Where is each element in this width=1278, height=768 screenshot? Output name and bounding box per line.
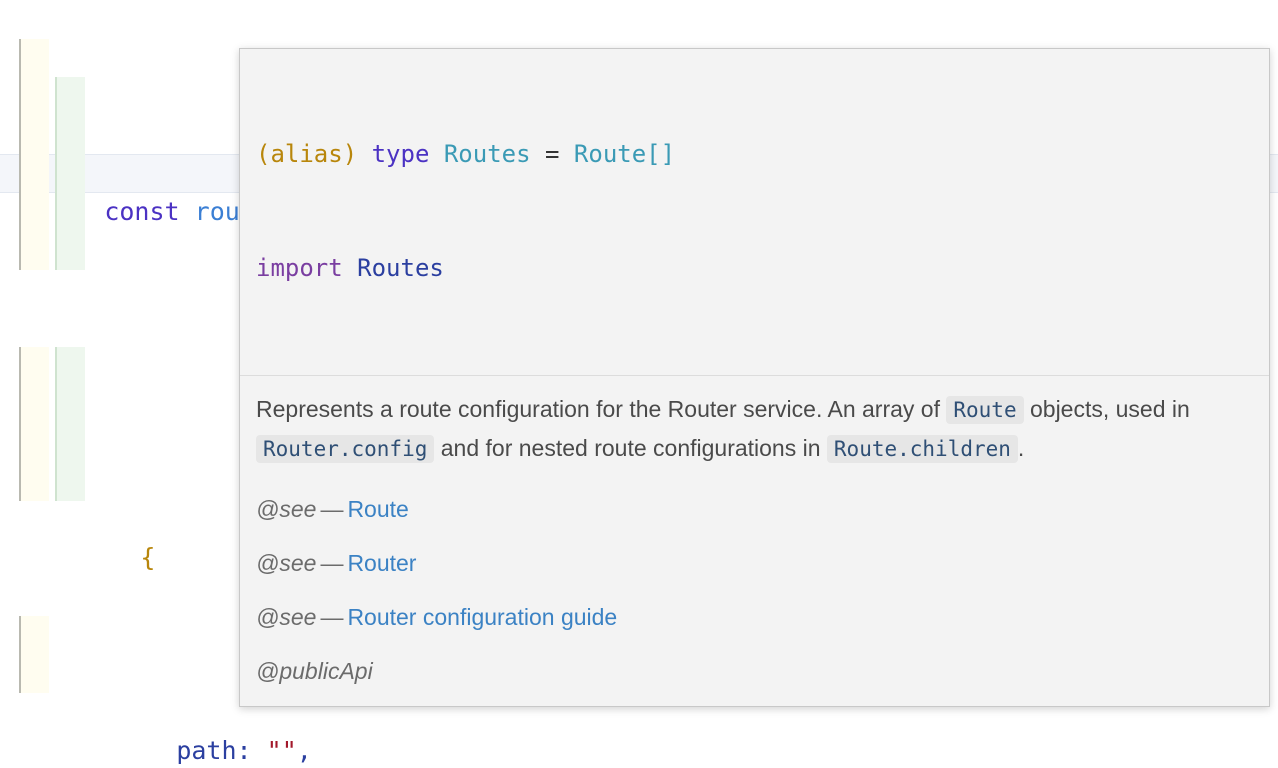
tooltip-see-link-router-config-guide[interactable]: Router configuration guide: [347, 604, 617, 630]
tooltip-code-route-children: Route.children: [826, 435, 1018, 463]
tooltip-import-keyword: import: [256, 254, 343, 282]
tooltip-publicapi-tag: @publicApi: [256, 658, 373, 684]
token-colon-3: :: [236, 735, 267, 765]
tooltip-see-dash-1: —: [320, 496, 344, 522]
token-string-empty: "": [266, 735, 297, 765]
tooltip-see-tag-2: @see — Router: [256, 528, 1253, 582]
tooltip-see-label-2: @see: [256, 550, 317, 576]
indent-guide-level-1-c: [19, 616, 21, 693]
indent-guides-block-3: [19, 616, 109, 693]
tooltip-equals: =: [545, 140, 560, 168]
tooltip-see-dash-2: —: [320, 550, 344, 576]
indent-guides-block-1b: [55, 77, 145, 270]
tooltip-see-link-router[interactable]: Router: [347, 550, 416, 576]
tooltip-desc-part-2: objects, used in: [1029, 396, 1190, 422]
tooltip-see-label-3: @see: [256, 604, 317, 630]
tooltip-see-label-1: @see: [256, 496, 317, 522]
tooltip-see-tag-3: @see — Router configuration guide: [256, 582, 1253, 636]
tooltip-import-name: Routes: [357, 254, 444, 282]
code-editor[interactable]: const routes: Routes = [ { path: "", dat…: [0, 0, 1278, 768]
tooltip-desc-part-4: .: [1017, 435, 1025, 461]
tooltip-signature-line-1: (alias) type Routes = Route[]: [256, 135, 1253, 173]
indent-guide-level-1: [19, 38, 21, 270]
tooltip-desc-part-1: Represents a route configuration for the…: [256, 396, 940, 422]
tooltip-type-name: Routes: [443, 140, 531, 168]
token-comma-3: ,: [296, 735, 312, 765]
tooltip-alias-label: (alias): [256, 140, 358, 168]
indent-guides-block-2b: [55, 346, 145, 501]
tooltip-keyword-type: type: [371, 140, 430, 168]
tooltip-code-route: Route: [946, 396, 1024, 424]
tooltip-documentation: Represents a route configuration for the…: [240, 376, 1269, 706]
tooltip-signature: (alias) type Routes = Route[] import Rou…: [240, 49, 1269, 376]
indent-guide-level-1-b: [19, 346, 21, 501]
tooltip-see-link-route[interactable]: Route: [347, 496, 408, 522]
tooltip-description: Represents a route configuration for the…: [256, 390, 1253, 468]
indent-guide-level-2: [55, 77, 57, 270]
token-open-brace: {: [140, 543, 156, 572]
hover-tooltip[interactable]: (alias) type Routes = Route[] import Rou…: [239, 48, 1270, 707]
tooltip-see-tag-1: @see — Route: [256, 474, 1253, 528]
indent-band-level-2: [57, 77, 85, 270]
tooltip-see-dash-3: —: [320, 604, 344, 630]
tooltip-signature-line-2: import Routes: [256, 249, 1253, 287]
indent-band-level-2-b: [57, 346, 85, 501]
indent-guide-level-2-b: [55, 346, 57, 501]
tooltip-desc-part-3: and for nested route configurations in: [440, 435, 821, 461]
tooltip-code-router-config: Router.config: [256, 435, 435, 463]
tooltip-aliased-type: Route[]: [573, 140, 676, 168]
token-prop-path: path: [176, 735, 237, 765]
indent-band-level-1: [21, 38, 49, 270]
indent-band-level-1-b: [21, 346, 49, 501]
indent-band-level-1-c: [21, 616, 49, 693]
